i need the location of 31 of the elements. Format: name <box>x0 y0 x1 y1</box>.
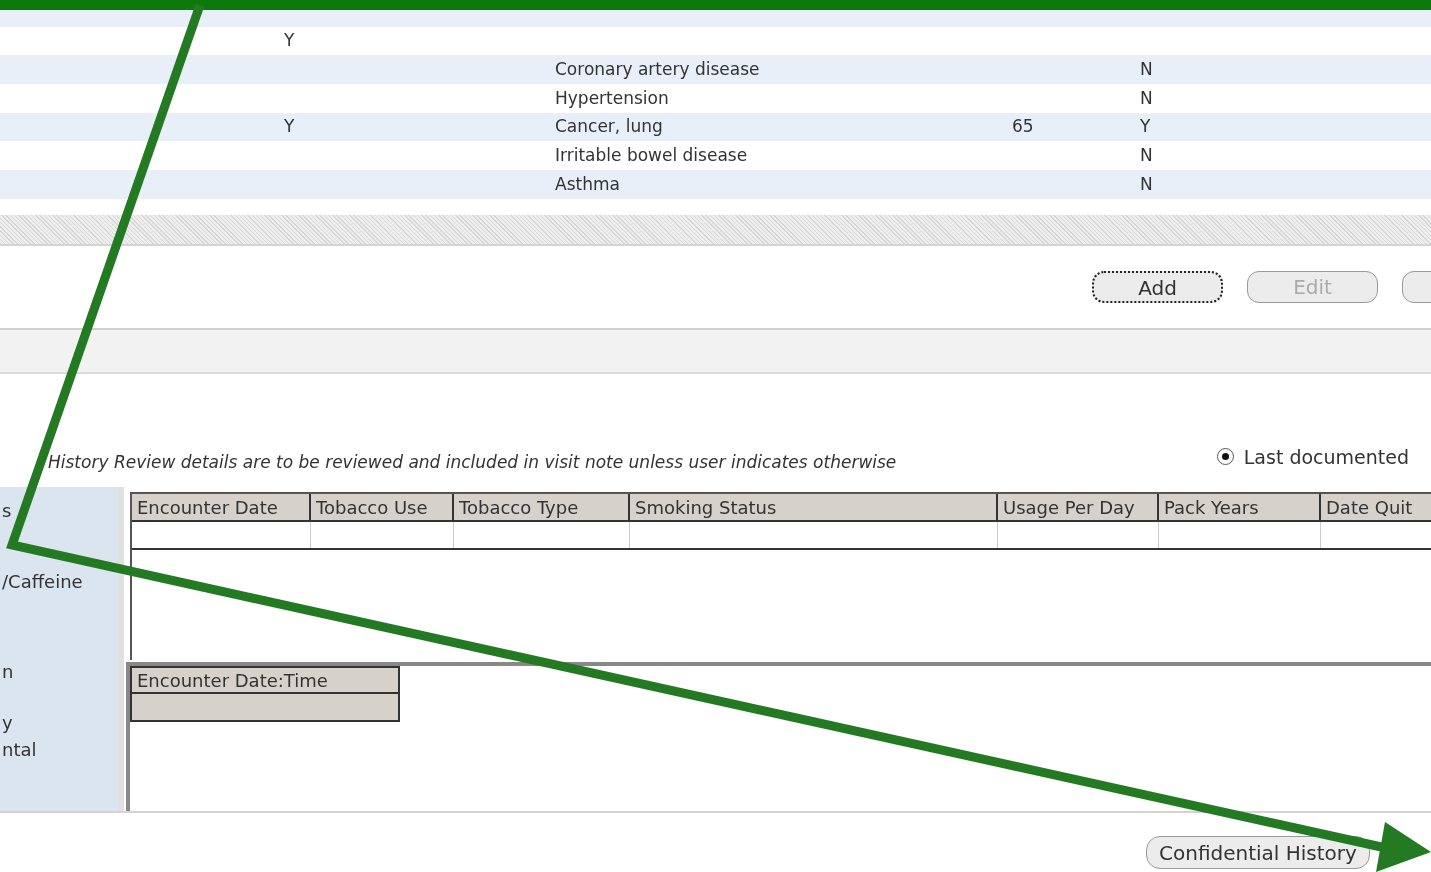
sidebar-item[interactable]: s <box>0 497 12 524</box>
table-cell: Y <box>1140 116 1151 137</box>
table-cell: N <box>1140 173 1153 194</box>
confidential-history-button[interactable]: Confidential History <box>1146 836 1370 869</box>
table-cell: Asthma <box>555 173 620 194</box>
sidebar-item[interactable]: /Caffeine <box>0 568 83 595</box>
column-header[interactable]: Smoking Status <box>630 494 998 522</box>
table-cell: Cancer, lung <box>555 116 663 137</box>
column-header[interactable]: Tobacco Type <box>454 494 630 522</box>
column-header[interactable]: Tobacco Use <box>311 494 454 522</box>
table-cell: Y <box>284 30 295 51</box>
sidebar-item[interactable]: ntal <box>0 736 37 763</box>
column-header[interactable]: Encounter Date <box>132 494 311 522</box>
table-cell: N <box>1140 87 1153 108</box>
column-header[interactable]: Encounter Date:Time <box>130 666 400 694</box>
radio-label: Last documented <box>1243 444 1409 470</box>
column-header[interactable]: Pack Years <box>1159 494 1321 522</box>
table-cell: 65 <box>1012 116 1034 137</box>
column-header[interactable]: Date Quit <box>1321 494 1431 522</box>
radio-button[interactable] <box>1216 448 1234 466</box>
table-cell: N <box>1140 145 1153 166</box>
table-cell: Y <box>284 116 295 137</box>
review-note: History Review details are to be reviewed and included in visit note unless user indicates otherwise <box>48 450 897 474</box>
action-button[interactable]: Add <box>1092 271 1223 303</box>
column-header[interactable]: Usage Per Day <box>998 494 1159 522</box>
table-cell: Hypertension <box>555 87 669 108</box>
sidebar-item[interactable]: n <box>0 658 14 685</box>
table-cell: Irritable bowel disease <box>555 145 748 166</box>
table-cell: N <box>1140 58 1153 79</box>
sidebar-item[interactable]: y <box>0 709 13 736</box>
table-cell: Coronary artery disease <box>555 58 760 79</box>
